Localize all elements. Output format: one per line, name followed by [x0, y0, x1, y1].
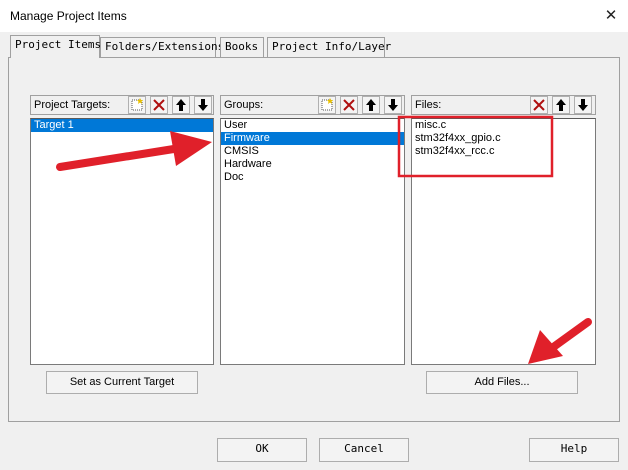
arrow-to-firmware	[56, 131, 212, 171]
highlight-box	[397, 115, 554, 178]
annotation-overlay	[56, 115, 592, 364]
tab-label: Project Items	[15, 38, 102, 51]
tab-project-items[interactable]: Project Items	[10, 35, 102, 58]
arrow-to-add-files	[528, 318, 592, 364]
